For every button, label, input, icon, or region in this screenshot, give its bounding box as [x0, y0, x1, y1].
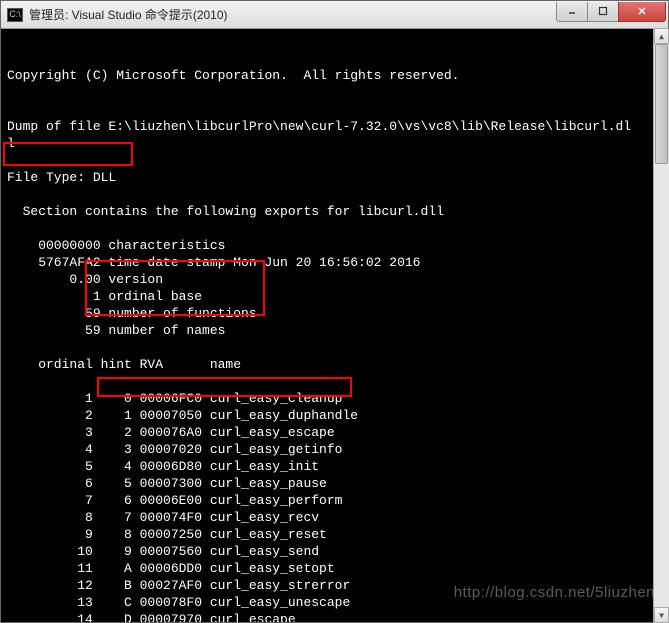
titlebar[interactable]: C:\ 管理员: Visual Studio 命令提示(2010)	[1, 1, 668, 29]
scroll-down-arrow[interactable]: ▼	[654, 607, 669, 623]
terminal-output[interactable]: Copyright (C) Microsoft Corporation. All…	[1, 29, 668, 622]
vertical-scrollbar[interactable]: ▲ ▼	[653, 28, 669, 623]
maximize-button[interactable]	[587, 2, 619, 22]
cmd-icon: C:\	[7, 8, 23, 22]
terminal-text: Copyright (C) Microsoft Corporation. All…	[7, 67, 662, 622]
minimize-button[interactable]	[556, 2, 588, 22]
scroll-up-arrow[interactable]: ▲	[654, 28, 669, 44]
command-prompt-window: C:\ 管理员: Visual Studio 命令提示(2010) Copyri…	[0, 0, 669, 623]
scroll-track[interactable]	[654, 44, 669, 607]
window-title: 管理员: Visual Studio 命令提示(2010)	[29, 6, 557, 23]
scroll-thumb[interactable]	[655, 44, 668, 164]
close-button[interactable]	[618, 2, 666, 22]
window-controls	[557, 2, 666, 22]
